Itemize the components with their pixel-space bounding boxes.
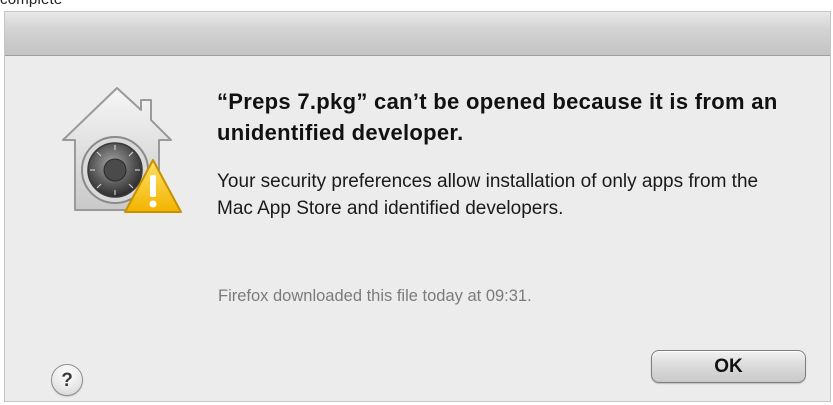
ok-button[interactable]: OK [651,350,806,383]
dialog-titlebar [5,12,830,56]
alert-message: Your security preferences allow installa… [217,171,759,219]
download-source-note: Firefox downloaded this file today at 09… [218,287,532,305]
help-button[interactable]: ? [51,364,83,396]
gatekeeper-icon [55,82,185,222]
alert-headline: “Preps 7.pkg” can’t be opened because it… [217,89,778,145]
security-alert-dialog: “Preps 7.pkg” can’t be opened because it… [4,11,831,402]
house-vault-warning-icon [62,87,182,213]
cropped-top-text: complete [0,0,62,8]
question-mark-icon: ? [61,369,73,391]
